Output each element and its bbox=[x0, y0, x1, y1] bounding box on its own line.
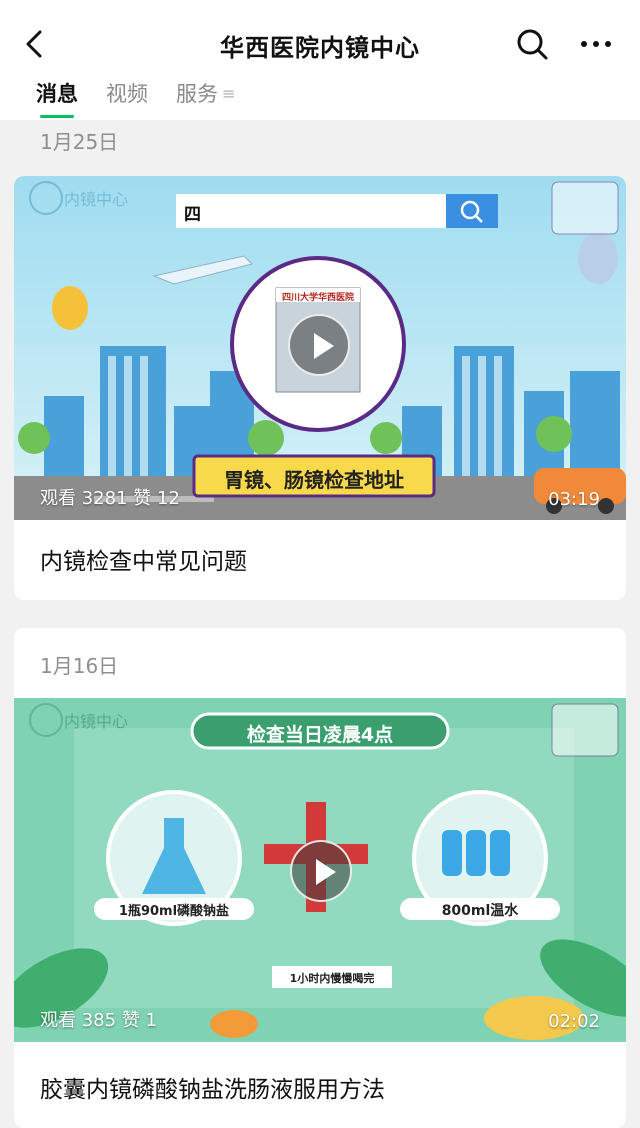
more-button[interactable] bbox=[574, 24, 618, 64]
search-icon bbox=[517, 29, 548, 60]
thumbnail-right-label: 800ml温水 bbox=[441, 903, 519, 919]
tab-services[interactable]: 服务 bbox=[176, 78, 218, 114]
tab-videos[interactable]: 视频 bbox=[106, 78, 148, 114]
view-like-counts: 观看 385 赞 1 bbox=[40, 1006, 157, 1032]
tab-messages[interactable]: 消息 bbox=[36, 78, 78, 118]
menu-lines-icon[interactable]: ≡ bbox=[222, 78, 235, 114]
post-date: 1月25日 bbox=[40, 130, 119, 154]
thumbnail-search-text: 四 bbox=[184, 205, 201, 225]
thumbnail-bottom-label: 1小时内慢慢喝完 bbox=[289, 972, 375, 985]
more-horizontal-icon bbox=[581, 41, 611, 47]
thumbnail-logo-text: 内镜中心 bbox=[64, 712, 129, 731]
view-like-counts: 观看 3281 赞 12 bbox=[40, 484, 180, 510]
thumbnail-left-label: 1瓶90ml磷酸钠盐 bbox=[118, 904, 230, 919]
top-bar: 华西医院内镜中心 消息 视频 服务 ≡ bbox=[0, 0, 640, 120]
video-card[interactable]: 内镜中心 四 四川大学华西医院 胃镜、肠镜检查地址 观看 3281 赞 12 0… bbox=[14, 176, 626, 600]
video-thumbnail[interactable]: 内镜中心 四 四川大学华西医院 胃镜、肠镜检查地址 观看 3281 赞 12 0… bbox=[14, 176, 626, 520]
play-icon[interactable] bbox=[288, 314, 350, 376]
view-count: 观看 385 bbox=[40, 1010, 117, 1031]
like-count: 赞 12 bbox=[133, 488, 180, 509]
like-count: 赞 1 bbox=[121, 1010, 157, 1031]
video-duration: 02:02 bbox=[548, 1011, 600, 1032]
thumbnail-logo-text: 内镜中心 bbox=[64, 190, 129, 209]
video-card[interactable]: 1月16日 内镜中心 检查当日凌晨4点 1瓶90ml磷酸钠盐 800ml温水 1… bbox=[14, 628, 626, 1128]
video-thumbnail[interactable]: 内镜中心 检查当日凌晨4点 1瓶90ml磷酸钠盐 800ml温水 1小时内慢慢喝… bbox=[14, 698, 626, 1042]
thumbnail-caption: 胃镜、肠镜检查地址 bbox=[224, 468, 404, 492]
play-icon[interactable] bbox=[290, 840, 352, 902]
video-duration: 03:19 bbox=[548, 489, 600, 510]
search-button[interactable] bbox=[512, 24, 552, 64]
view-count: 观看 3281 bbox=[40, 488, 128, 509]
video-title[interactable]: 胶囊内镜磷酸钠盐洗肠液服用方法 bbox=[40, 1070, 385, 1104]
tab-bar: 消息 视频 服务 ≡ bbox=[36, 78, 235, 118]
video-title[interactable]: 内镜检查中常见问题 bbox=[40, 542, 247, 576]
post-date: 1月16日 bbox=[40, 654, 119, 678]
thumbnail-building-sign: 四川大学华西医院 bbox=[281, 293, 354, 303]
thumbnail-banner: 检查当日凌晨4点 bbox=[246, 724, 394, 746]
